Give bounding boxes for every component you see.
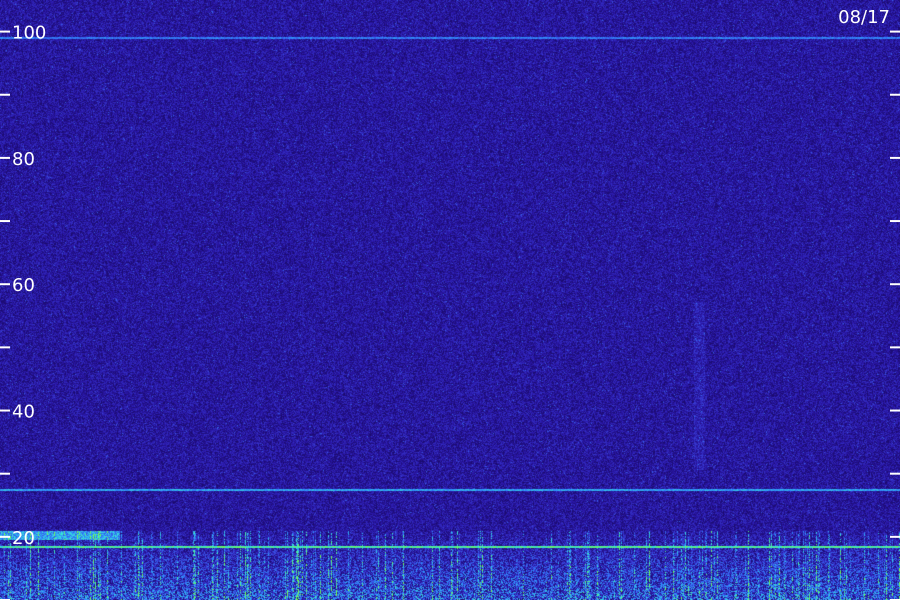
y-tick-label: 40 bbox=[12, 402, 35, 423]
y-axis: 20 40 60 80 100 bbox=[0, 23, 900, 600]
y-tick-label: 20 bbox=[12, 528, 35, 549]
y-tick-label: 100 bbox=[12, 23, 46, 44]
y-tick-label: 60 bbox=[12, 275, 35, 296]
y-tick-label: 80 bbox=[12, 149, 35, 170]
chart-axes: 20 40 60 80 100 16:1016:3016:50 08/17 bbox=[0, 7, 900, 600]
x-axis: 16:1016:3016:50 bbox=[0, 564, 900, 585]
date-label: 08/17 bbox=[838, 7, 890, 28]
